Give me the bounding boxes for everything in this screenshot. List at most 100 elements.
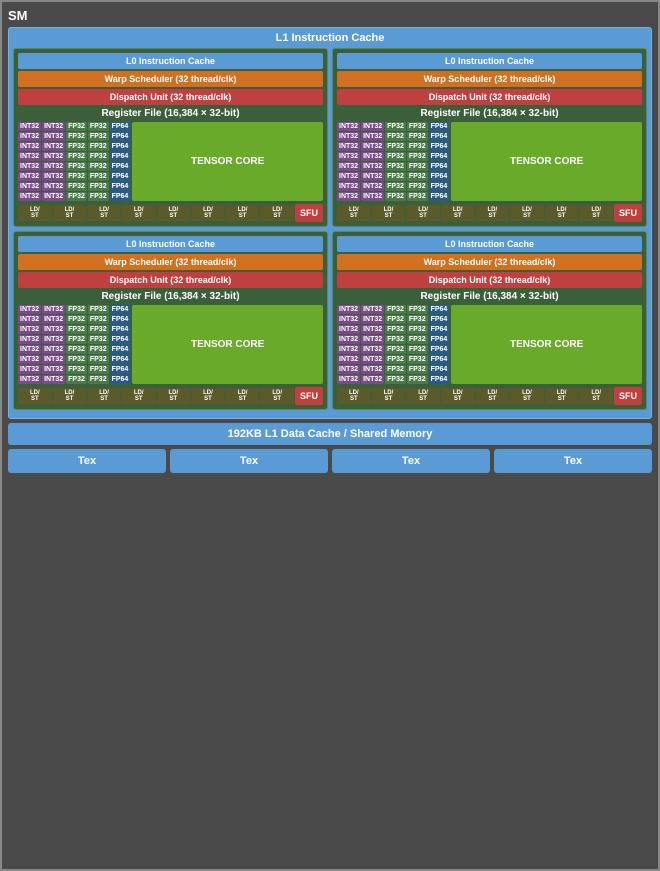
l0-cache-br: L0 Instruction Cache: [337, 236, 642, 252]
ld-st-cell: LD/ST: [122, 388, 156, 404]
ld-st-cell: LD/ST: [260, 205, 294, 221]
ld-st-cell: LD/ST: [406, 388, 440, 404]
fp32-cell: FP32: [407, 182, 428, 191]
ld-st-cell: LD/ST: [545, 388, 579, 404]
int32-cell: INT32: [361, 152, 384, 161]
fp32-cell: FP32: [88, 182, 109, 191]
fp32-cell: FP32: [385, 345, 406, 354]
fp64-cell: FP64: [429, 132, 450, 141]
dispatch-unit-br: Dispatch Unit (32 thread/clk): [337, 272, 642, 288]
fp64-cell: FP64: [429, 142, 450, 151]
fp32-cell: FP32: [385, 325, 406, 334]
int32-cell: INT32: [337, 172, 360, 181]
int32-cell: INT32: [42, 142, 65, 151]
int32-cell: INT32: [18, 365, 41, 374]
fp32-cell: FP32: [88, 172, 109, 181]
fp32-cell: FP32: [407, 122, 428, 131]
row5: INT32 INT32 FP32 FP32 FP64: [18, 162, 130, 171]
int32-cell: INT32: [18, 315, 41, 324]
ld-st-cell: LD/ST: [337, 388, 371, 404]
int32-cell: INT32: [18, 142, 41, 151]
ld-st-cell: LD/ST: [372, 388, 406, 404]
fp32-cell: FP32: [66, 192, 87, 201]
fp64-cell: FP64: [429, 305, 450, 314]
ld-st-cell: LD/ST: [53, 388, 87, 404]
warp-scheduler-tl: Warp Scheduler (32 thread/clk): [18, 71, 323, 87]
ld-st-cell: LD/ST: [337, 205, 371, 221]
rows-block-tl: INT32 INT32 FP32 FP32 FP64 INT32 INT32 F…: [18, 122, 130, 201]
fp32-cell: FP32: [385, 192, 406, 201]
fp32-cell: FP32: [66, 345, 87, 354]
int32-cell: INT32: [42, 162, 65, 171]
tensor-core-br: TENSOR CORE: [451, 305, 642, 384]
ld-st-cell: LD/ST: [260, 388, 294, 404]
fp32-cell: FP32: [407, 132, 428, 141]
fp32-cell: FP32: [407, 335, 428, 344]
ld-st-cell: LD/ST: [441, 388, 475, 404]
int32-cell: INT32: [337, 305, 360, 314]
fp32-cell: FP32: [88, 142, 109, 151]
ld-st-cell: LD/ST: [476, 205, 510, 221]
int32-cell: INT32: [337, 315, 360, 324]
fp64-cell: FP64: [110, 325, 131, 334]
tex-cell-2: Tex: [332, 449, 490, 473]
fp64-cell: FP64: [429, 182, 450, 191]
warp-scheduler-br: Warp Scheduler (32 thread/clk): [337, 254, 642, 270]
fp32-cell: FP32: [88, 122, 109, 131]
fp64-cell: FP64: [429, 315, 450, 324]
fp32-cell: FP32: [88, 162, 109, 171]
fp64-cell: FP64: [110, 162, 131, 171]
fp32-cell: FP32: [385, 172, 406, 181]
int32-cell: INT32: [337, 162, 360, 171]
sfu-bl: SFU: [295, 387, 323, 405]
fp64-cell: FP64: [110, 335, 131, 344]
fp64-cell: FP64: [110, 192, 131, 201]
ld-st-cell: LD/ST: [53, 205, 87, 221]
sfu-row-tr: LD/ST LD/ST LD/ST LD/ST LD/ST LD/ST LD/S…: [337, 204, 642, 222]
fp64-cell: FP64: [110, 132, 131, 141]
fp32-cell: FP32: [385, 182, 406, 191]
rows-block-bl: INT32 INT32 FP32 FP32 FP64 INT32 INT32 F…: [18, 305, 130, 384]
ld-st-cell: LD/ST: [226, 388, 260, 404]
fp64-cell: FP64: [110, 172, 131, 181]
row7: INT32 INT32 FP32 FP32 FP64: [18, 182, 130, 191]
int32-cell: INT32: [42, 365, 65, 374]
quadrant-bottom-right: L0 Instruction Cache Warp Scheduler (32 …: [332, 231, 647, 410]
dispatch-unit-bl: Dispatch Unit (32 thread/clk): [18, 272, 323, 288]
dispatch-unit-tl: Dispatch Unit (32 thread/clk): [18, 89, 323, 105]
sfu-tl: SFU: [295, 204, 323, 222]
l1-instruction-cache-box: L1 Instruction Cache L0 Instruction Cach…: [8, 27, 652, 419]
int32-cell: INT32: [337, 142, 360, 151]
fp32-cell: FP32: [66, 152, 87, 161]
int32-cell: INT32: [361, 192, 384, 201]
fp64-cell: FP64: [110, 182, 131, 191]
ld-st-cell: LD/ST: [157, 388, 191, 404]
int32-cell: INT32: [18, 162, 41, 171]
fp64-cell: FP64: [429, 162, 450, 171]
tex-cell-3: Tex: [494, 449, 652, 473]
sfu-row-bl: LD/ST LD/ST LD/ST LD/ST LD/ST LD/ST LD/S…: [18, 387, 323, 405]
l0-cache-tr: L0 Instruction Cache: [337, 53, 642, 69]
ld-st-cell: LD/ST: [545, 205, 579, 221]
int32-cell: INT32: [42, 172, 65, 181]
ld-st-cell: LD/ST: [157, 205, 191, 221]
core-area-tr: INT32 INT32 FP32 FP32 FP64 INT32 INT32 F…: [337, 122, 642, 201]
fp32-cell: FP32: [66, 132, 87, 141]
fp64-cell: FP64: [429, 355, 450, 364]
ld-st-cell: LD/ST: [87, 205, 121, 221]
ld-st-cell: LD/ST: [441, 205, 475, 221]
ld-st-cell: LD/ST: [18, 205, 52, 221]
fp32-cell: FP32: [407, 375, 428, 384]
int32-cell: INT32: [42, 315, 65, 324]
fp64-cell: FP64: [429, 345, 450, 354]
register-file-tl: Register File (16,384 × 32-bit): [18, 108, 323, 119]
fp64-cell: FP64: [110, 122, 131, 131]
int32-cell: INT32: [42, 325, 65, 334]
int32-cell: INT32: [361, 325, 384, 334]
warp-scheduler-tr: Warp Scheduler (32 thread/clk): [337, 71, 642, 87]
int32-cell: INT32: [42, 192, 65, 201]
int32-cell: INT32: [18, 132, 41, 141]
int32-cell: INT32: [361, 182, 384, 191]
ld-st-cell: LD/ST: [579, 388, 613, 404]
fp32-cell: FP32: [407, 345, 428, 354]
